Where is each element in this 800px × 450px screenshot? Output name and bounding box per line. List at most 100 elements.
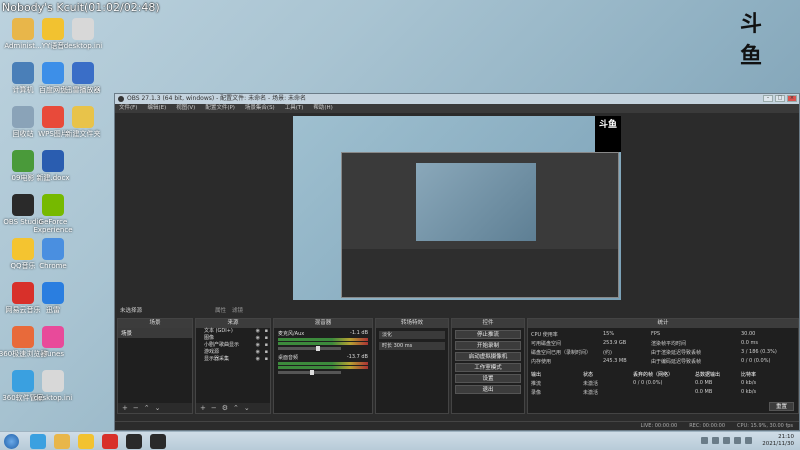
stat-cell: CPU 使用率	[531, 332, 558, 338]
tray-icon[interactable]	[723, 437, 730, 444]
visibility-icon[interactable]: ◉	[256, 356, 260, 363]
desktop-icon[interactable]: 新建.docx	[28, 150, 78, 182]
lock-icon[interactable]: ▪	[265, 335, 268, 342]
lock-icon[interactable]: ▪	[265, 342, 268, 349]
lock-icon[interactable]: ▪	[265, 356, 268, 363]
start-button[interactable]	[4, 434, 19, 449]
menu-item[interactable]: 文件(F)	[119, 104, 137, 113]
obs-window-title: OBS 27.1.3 (64 bit, windows) - 配置文件: 未命名…	[127, 95, 307, 102]
properties-button[interactable]: 属性	[215, 307, 226, 316]
stat-cell: 0 / 0 (0.0%)	[741, 358, 771, 364]
status-item: LIVE: 00:00:00	[640, 423, 678, 429]
lock-icon[interactable]: ▪	[265, 328, 268, 335]
tray-icon[interactable]	[701, 437, 708, 444]
stats-column-header: 丢弃的帧（网络）	[633, 372, 674, 378]
close-button[interactable]: ×	[787, 95, 797, 102]
control-button[interactable]: 启动虚拟摄像机	[455, 352, 521, 361]
menu-item[interactable]: 编辑(E)	[147, 104, 166, 113]
move-down-icon[interactable]: ⌄	[244, 403, 250, 413]
taskbar-app-icon[interactable]	[102, 434, 118, 449]
menu-item[interactable]: 配置文件(P)	[205, 104, 235, 113]
desktop-icon[interactable]: GeForce Experience	[28, 194, 78, 234]
move-up-icon[interactable]: ⌃	[233, 403, 239, 413]
tray-icon[interactable]	[712, 437, 719, 444]
duration-field[interactable]: 时长 300 ms	[379, 342, 445, 350]
control-button[interactable]: 设置	[455, 374, 521, 383]
maximize-button[interactable]: □	[775, 95, 785, 102]
desktop-icon[interactable]: 新建文件夹	[58, 106, 108, 138]
desktop-icon[interactable]: desktop.ini	[58, 18, 108, 50]
desktop-icon[interactable]: iTunes	[28, 326, 78, 358]
obs-menubar: 文件(F) 编辑(E) 视图(V) 配置文件(P) 场景集合(S) 工具(T) 帮助(H)	[115, 104, 799, 113]
control-button[interactable]: 工作室模式	[455, 363, 521, 372]
source-item[interactable]: 小剧产歌曲显示 ◉ ▪	[196, 342, 270, 349]
network-icon[interactable]	[734, 437, 741, 444]
taskbar-app-icon[interactable]	[30, 434, 46, 449]
volume-slider[interactable]	[278, 346, 341, 351]
lock-icon[interactable]: ▪	[265, 349, 268, 356]
nested-preview	[416, 163, 536, 241]
obs-window[interactable]: OBS 27.1.3 (64 bit, windows) - 配置文件: 未命名…	[114, 93, 800, 431]
source-item[interactable]: 文本 (GDI+) ◉ ▪	[196, 328, 270, 335]
volume-meter	[278, 362, 368, 365]
source-item[interactable]: 游戏源 ◉ ▪	[196, 349, 270, 356]
visibility-icon[interactable]: ◉	[256, 335, 260, 342]
control-button[interactable]: 开始录制	[455, 341, 521, 350]
move-down-icon[interactable]: ⌄	[155, 403, 161, 413]
control-button[interactable]: 退出	[455, 385, 521, 394]
desktop-icon[interactable]: Chrome	[28, 238, 78, 270]
menu-item[interactable]: 视图(V)	[176, 104, 195, 113]
visibility-icon[interactable]: ◉	[256, 342, 260, 349]
visibility-icon[interactable]: ◉	[256, 349, 260, 356]
add-source-button[interactable]: +	[200, 403, 206, 413]
reset-stats-button[interactable]: 重置	[768, 402, 794, 411]
preview-douyu-logo: 斗鱼	[595, 116, 621, 152]
taskbar-app-icon[interactable]	[150, 434, 166, 449]
no-source-selected-label: 未选择源	[120, 308, 143, 314]
desktop-icon-label: desktop.ini	[63, 42, 103, 50]
obs-titlebar[interactable]: OBS 27.1.3 (64 bit, windows) - 配置文件: 未命名…	[115, 94, 799, 104]
taskbar-app-icon[interactable]	[78, 434, 94, 449]
gear-icon[interactable]: ⚙	[222, 403, 228, 413]
stat-cell: 0.0 ms	[741, 340, 759, 346]
volume-icon[interactable]	[745, 437, 752, 444]
remove-scene-button[interactable]: −	[133, 403, 139, 413]
clock[interactable]: 21:10 2021/11/30	[762, 434, 794, 448]
source-item[interactable]: 显示器采集 ◉ ▪	[196, 356, 270, 363]
stats-dock: 统计 CPU 使用率 15% FPS 30.00 可用磁盘空间 253.9 GB 渲染帧平均…	[527, 318, 799, 414]
stats-column-header: 总数据输出	[695, 372, 721, 378]
stream-title: Nobody's Kcuit(01:02/02:48)	[2, 1, 160, 14]
scene-item[interactable]: 场景	[118, 328, 192, 338]
taskbar-app-icon[interactable]	[54, 434, 70, 449]
visibility-icon[interactable]: ◉	[256, 328, 260, 335]
stat-cell: 245.3 MB	[603, 358, 627, 364]
stat-cell: (约)	[603, 350, 612, 356]
taskbar-app-icon[interactable]	[126, 434, 142, 449]
add-scene-button[interactable]: +	[122, 403, 128, 413]
channel-db: -13.7 dB	[346, 354, 368, 360]
preview-canvas[interactable]: 斗鱼	[293, 116, 621, 300]
control-button[interactable]: 停止推流	[455, 330, 521, 339]
scenes-dock: 场景 场景 + − ⌃ ⌄	[117, 318, 193, 414]
desktop-icon-label: 新建文件夹	[65, 130, 101, 138]
desktop-icon-label: GeForce Experience	[33, 218, 73, 234]
stats-table-cell: 0 kb/s	[741, 380, 757, 386]
minimize-button[interactable]: –	[763, 95, 773, 102]
move-up-icon[interactable]: ⌃	[144, 403, 150, 413]
sources-dock: 来源 文本 (GDI+) ◉ ▪ 图像 ◉ ▪ 小剧产歌曲显示 ◉ ▪ 游戏源 ◉ ▪ 显示器采集 ◉ ▪ …	[195, 318, 271, 414]
mixer-dock-title: 混音器	[274, 319, 372, 328]
filters-button[interactable]: 滤镜	[232, 307, 243, 316]
desktop-icon[interactable]: 迅雷	[28, 282, 78, 314]
source-item[interactable]: 图像 ◉ ▪	[196, 335, 270, 342]
stats-table-cell: 未激活	[583, 390, 599, 396]
nested-obs-capture	[341, 152, 619, 298]
remove-source-button[interactable]: −	[211, 403, 217, 413]
menu-item[interactable]: 帮助(H)	[313, 104, 332, 113]
desktop-icon[interactable]: 迅雷播放器	[58, 62, 108, 94]
duration-value: 300 ms	[393, 343, 413, 349]
menu-item[interactable]: 场景集合(S)	[245, 104, 275, 113]
volume-slider[interactable]	[278, 370, 341, 375]
transition-select[interactable]: 淡化	[379, 331, 445, 339]
desktop-icon[interactable]: desktop.ini	[28, 370, 78, 402]
menu-item[interactable]: 工具(T)	[285, 104, 304, 113]
